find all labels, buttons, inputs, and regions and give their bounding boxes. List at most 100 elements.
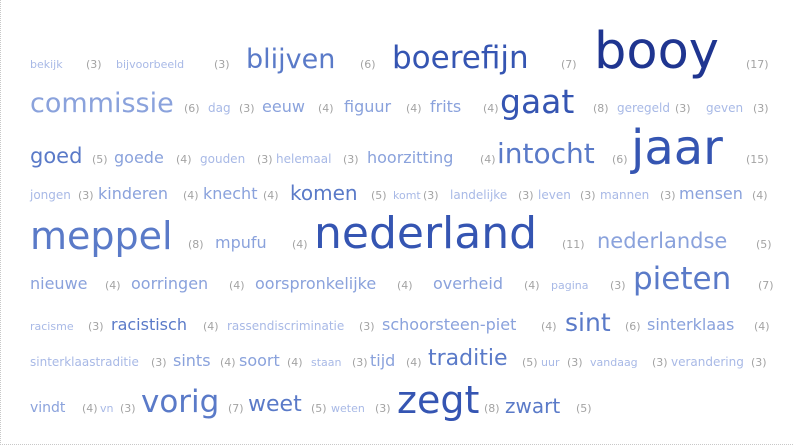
tag-rassendiscriminatie[interactable]: rassendiscriminatie: [227, 320, 344, 332]
tag-vandaag[interactable]: vandaag: [590, 357, 638, 368]
tag-count: (3): [751, 356, 767, 369]
tag-goed[interactable]: goed: [30, 146, 82, 167]
tag-count: (4): [287, 356, 303, 369]
tag-count: (3): [151, 356, 167, 369]
tag-count: (3): [660, 189, 676, 202]
tag-count: (3): [567, 356, 583, 369]
tag-count: (15): [746, 153, 769, 166]
tag-boerefijn[interactable]: boerefijn: [392, 43, 529, 74]
tag-vn[interactable]: vn: [100, 403, 113, 414]
tag-staan[interactable]: staan: [311, 357, 342, 368]
tag-gaat[interactable]: gaat: [500, 85, 574, 118]
tag-count: (3): [753, 102, 769, 115]
tag-count: (5): [371, 189, 387, 202]
tag-count: (4): [480, 153, 496, 166]
tag-count: (3): [610, 279, 626, 292]
tag-commissie[interactable]: commissie: [30, 90, 174, 117]
tag-leven[interactable]: leven: [538, 189, 571, 201]
tag-kinderen[interactable]: kinderen: [98, 186, 168, 202]
tag-hoorzitting[interactable]: hoorzitting: [367, 150, 453, 166]
tag-helemaal[interactable]: helemaal: [276, 153, 331, 165]
tag-meppel[interactable]: meppel: [30, 217, 173, 255]
tag-landelijke[interactable]: landelijke: [450, 189, 507, 201]
tag-geven[interactable]: geven: [706, 102, 743, 114]
tag-mensen[interactable]: mensen: [679, 186, 743, 202]
tag-count: (4): [318, 102, 334, 115]
tag-dag[interactable]: dag: [208, 102, 231, 114]
tag-count: (5): [576, 402, 592, 415]
tag-tijd[interactable]: tijd: [370, 353, 395, 369]
tag-nieuwe[interactable]: nieuwe: [30, 276, 88, 292]
tag-pieten[interactable]: pieten: [633, 264, 731, 295]
tag-overheid[interactable]: overheid: [433, 276, 503, 292]
tag-count: (3): [78, 189, 94, 202]
tag-oorringen[interactable]: oorringen: [131, 276, 208, 292]
tag-booy[interactable]: booy: [594, 26, 719, 77]
tag-mannen[interactable]: mannen: [600, 189, 649, 201]
tag-count: (7): [758, 279, 774, 292]
tag-count: (3): [88, 320, 104, 333]
tag-komen[interactable]: komen: [290, 183, 358, 203]
tag-vorig[interactable]: vorig: [141, 387, 219, 418]
tag-weten[interactable]: weten: [331, 403, 365, 414]
tag-nederland[interactable]: nederland: [314, 212, 537, 256]
tag-weet[interactable]: weet: [248, 394, 302, 416]
tag-count: (4): [524, 279, 540, 292]
tag-sinterklaas[interactable]: sinterklaas: [647, 317, 734, 333]
tag-count: (3): [580, 189, 596, 202]
tag-blijven[interactable]: blijven: [246, 46, 335, 73]
tag-count: (4): [541, 320, 557, 333]
tag-count: (3): [214, 58, 230, 71]
tag-count: (3): [120, 402, 136, 415]
tag-count: (3): [239, 102, 255, 115]
tag-count: (4): [263, 189, 279, 202]
tag-count: (4): [483, 102, 499, 115]
tag-count: (3): [352, 356, 368, 369]
tag-oorspronkelijke[interactable]: oorspronkelijke: [255, 276, 376, 292]
tag-jaar[interactable]: jaar: [631, 124, 723, 172]
tag-uur[interactable]: uur: [541, 357, 559, 368]
tag-pagina[interactable]: pagina: [551, 280, 588, 291]
tag-traditie[interactable]: traditie: [428, 348, 508, 370]
tag-komt[interactable]: komt: [393, 190, 421, 201]
tag-sint[interactable]: sint: [565, 310, 611, 335]
tag-count: (3): [518, 189, 534, 202]
tag-count: (7): [561, 58, 577, 71]
tag-count: (17): [746, 58, 769, 71]
tag-count: (3): [675, 102, 691, 115]
tag-goede[interactable]: goede: [114, 150, 164, 166]
tag-bekijk[interactable]: bekijk: [30, 59, 63, 70]
tag-nederlandse[interactable]: nederlandse: [597, 231, 727, 252]
tag-zegt[interactable]: zegt: [397, 381, 479, 419]
tag-geregeld[interactable]: geregeld: [617, 102, 670, 114]
tag-count: (6): [612, 153, 628, 166]
tag-count: (4): [406, 102, 422, 115]
tag-gouden[interactable]: gouden: [200, 153, 245, 165]
tag-count: (3): [375, 402, 391, 415]
tag-eeuw[interactable]: eeuw: [262, 99, 305, 115]
tag-count: (3): [343, 153, 359, 166]
tag-verandering[interactable]: verandering: [671, 356, 744, 368]
tag-zwart[interactable]: zwart: [505, 396, 560, 416]
tag-count: (3): [652, 356, 668, 369]
tag-soort[interactable]: soort: [239, 353, 280, 369]
tag-schoorsteen-piet[interactable]: schoorsteen-piet: [382, 317, 516, 333]
tag-racistisch[interactable]: racistisch: [111, 317, 187, 333]
tag-mpufu[interactable]: mpufu: [215, 235, 267, 251]
tag-sints[interactable]: sints: [173, 353, 211, 369]
tag-figuur[interactable]: figuur: [344, 99, 391, 115]
tag-racisme[interactable]: racisme: [30, 321, 74, 332]
tag-knecht[interactable]: knecht: [203, 186, 257, 202]
tag-frits[interactable]: frits: [430, 99, 461, 115]
tag-count: (3): [86, 58, 102, 71]
tag-bijvoorbeeld[interactable]: bijvoorbeeld: [116, 59, 184, 70]
tag-count: (4): [406, 356, 422, 369]
tag-count: (4): [105, 279, 121, 292]
tag-count: (4): [176, 153, 192, 166]
tag-sinterklaastraditie[interactable]: sinterklaastraditie: [30, 356, 139, 368]
tag-vindt[interactable]: vindt: [30, 401, 65, 415]
tag-count: (5): [92, 153, 108, 166]
tag-jongen[interactable]: jongen: [30, 189, 71, 201]
tag-count: (11): [562, 238, 585, 251]
tag-intocht[interactable]: intocht: [497, 140, 595, 168]
